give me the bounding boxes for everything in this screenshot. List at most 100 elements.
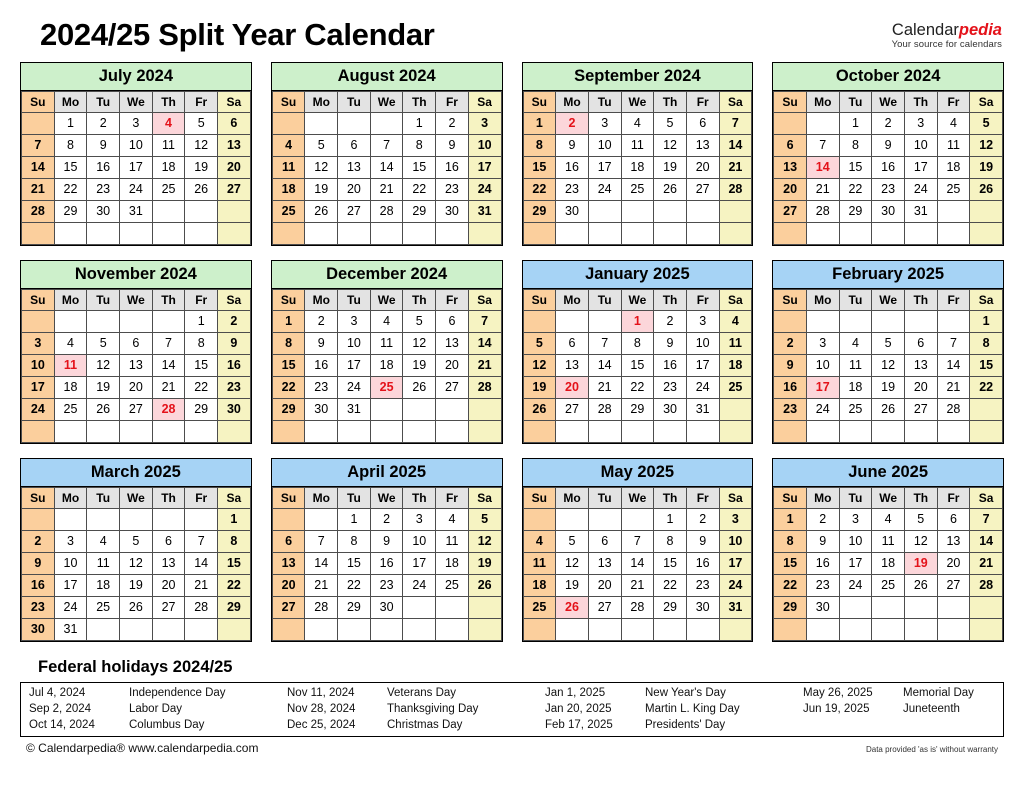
day-cell[interactable]: 16 xyxy=(86,156,121,179)
day-cell[interactable]: 12 xyxy=(522,354,557,377)
day-cell[interactable]: 7 xyxy=(805,134,840,157)
day-cell[interactable]: 10 xyxy=(21,354,55,377)
day-cell[interactable]: 26 xyxy=(653,178,687,201)
day-cell[interactable]: 24 xyxy=(838,574,873,597)
day-cell[interactable]: 31 xyxy=(337,398,371,421)
day-cell[interactable]: 25 xyxy=(936,178,971,201)
day-cell[interactable]: 14 xyxy=(718,134,753,157)
day-cell[interactable]: 5 xyxy=(86,332,121,355)
day-cell[interactable]: 23 xyxy=(805,574,840,597)
day-cell[interactable]: 4 xyxy=(620,112,655,135)
day-cell[interactable]: 9 xyxy=(217,332,251,355)
day-cell[interactable]: 3 xyxy=(805,332,840,355)
day-cell[interactable]: 28 xyxy=(936,398,971,421)
day-cell[interactable]: 7 xyxy=(21,134,55,157)
day-cell[interactable]: 19 xyxy=(969,156,1003,179)
day-cell[interactable]: 13 xyxy=(151,552,186,575)
day-cell[interactable]: 21 xyxy=(21,178,55,201)
day-cell[interactable]: 16 xyxy=(304,354,339,377)
day-cell[interactable]: 22 xyxy=(522,178,557,201)
day-cell[interactable]: 24 xyxy=(587,178,622,201)
day-cell[interactable]: 3 xyxy=(903,112,938,135)
day-cell[interactable]: 18 xyxy=(871,552,905,575)
day-cell[interactable]: 30 xyxy=(217,398,251,421)
day-cell[interactable]: 14 xyxy=(21,156,55,179)
day-cell[interactable]: 12 xyxy=(555,552,589,575)
day-cell[interactable]: 27 xyxy=(337,200,371,223)
day-cell[interactable]: 10 xyxy=(838,530,873,553)
day-cell[interactable]: 2 xyxy=(685,508,720,531)
day-cell[interactable]: 6 xyxy=(903,332,938,355)
day-cell[interactable]: 3 xyxy=(718,508,753,531)
day-cell[interactable]: 16 xyxy=(653,354,687,377)
day-cell[interactable]: 29 xyxy=(184,398,219,421)
day-cell[interactable]: 7 xyxy=(969,508,1003,531)
day-cell[interactable]: 22 xyxy=(217,574,251,597)
day-cell[interactable]: 19 xyxy=(871,376,905,399)
day-cell[interactable]: 14 xyxy=(969,530,1003,553)
day-cell[interactable]: 5 xyxy=(903,508,938,531)
day-cell[interactable]: 12 xyxy=(119,552,153,575)
day-cell[interactable]: 22 xyxy=(53,178,88,201)
day-cell[interactable]: 25 xyxy=(53,398,88,421)
day-cell[interactable]: 5 xyxy=(304,134,339,157)
day-cell[interactable]: 1 xyxy=(271,310,306,333)
day-cell[interactable]: 19 xyxy=(402,354,437,377)
day-cell[interactable]: 8 xyxy=(653,530,687,553)
day-cell[interactable]: 11 xyxy=(522,552,557,575)
day-cell[interactable]: 21 xyxy=(304,574,339,597)
day-cell[interactable]: 10 xyxy=(119,134,153,157)
day-cell[interactable]: 11 xyxy=(435,530,469,553)
day-cell[interactable]: 19 xyxy=(522,376,557,399)
day-cell[interactable]: 18 xyxy=(936,156,971,179)
day-cell[interactable]: 29 xyxy=(773,596,807,619)
day-cell[interactable]: 5 xyxy=(522,332,557,355)
day-cell[interactable]: 6 xyxy=(435,310,469,333)
day-cell[interactable]: 9 xyxy=(435,134,469,157)
day-cell[interactable]: 13 xyxy=(773,156,807,179)
day-cell[interactable]: 4 xyxy=(838,332,873,355)
day-cell[interactable]: 1 xyxy=(838,112,873,135)
day-cell[interactable]: 30 xyxy=(435,200,469,223)
day-cell[interactable]: 1 xyxy=(773,508,807,531)
day-cell[interactable]: 23 xyxy=(685,574,720,597)
day-cell[interactable]: 10 xyxy=(467,134,502,157)
day-cell[interactable]: 28 xyxy=(467,376,502,399)
day-cell[interactable]: 23 xyxy=(773,398,807,421)
day-cell[interactable]: 18 xyxy=(522,574,557,597)
day-cell[interactable]: 5 xyxy=(467,508,502,531)
day-cell[interactable]: 26 xyxy=(467,574,502,597)
day-cell[interactable]: 15 xyxy=(271,354,306,377)
day-cell[interactable]: 29 xyxy=(271,398,306,421)
day-cell[interactable]: 3 xyxy=(21,332,55,355)
day-cell[interactable]: 2 xyxy=(773,332,807,355)
day-cell[interactable]: 28 xyxy=(805,200,840,223)
day-cell[interactable]: 11 xyxy=(620,134,655,157)
day-cell[interactable]: 6 xyxy=(217,112,251,135)
day-cell[interactable]: 9 xyxy=(653,332,687,355)
day-cell[interactable]: 29 xyxy=(838,200,873,223)
day-cell[interactable]: 27 xyxy=(587,596,622,619)
day-cell[interactable]: 15 xyxy=(620,354,655,377)
day-cell[interactable]: 6 xyxy=(119,332,153,355)
day-cell[interactable]: 19 xyxy=(86,376,121,399)
day-cell[interactable]: 24 xyxy=(805,398,840,421)
day-cell[interactable]: 13 xyxy=(119,354,153,377)
day-cell[interactable]: 10 xyxy=(685,332,720,355)
day-cell[interactable]: 23 xyxy=(304,376,339,399)
day-cell[interactable]: 7 xyxy=(587,332,622,355)
day-cell[interactable]: 2 xyxy=(369,508,404,531)
day-cell[interactable]: 23 xyxy=(86,178,121,201)
day-cell[interactable]: 29 xyxy=(620,398,655,421)
day-cell[interactable]: 21 xyxy=(936,376,971,399)
day-cell[interactable]: 15 xyxy=(653,552,687,575)
day-cell[interactable]: 30 xyxy=(805,596,840,619)
day-cell[interactable]: 17 xyxy=(53,574,88,597)
day-cell[interactable]: 6 xyxy=(773,134,807,157)
day-cell[interactable]: 9 xyxy=(685,530,720,553)
day-cell[interactable]: 16 xyxy=(369,552,404,575)
day-cell[interactable]: 22 xyxy=(773,574,807,597)
day-cell[interactable]: 3 xyxy=(587,112,622,135)
day-cell[interactable]: 3 xyxy=(53,530,88,553)
day-cell[interactable]: 26 xyxy=(86,398,121,421)
